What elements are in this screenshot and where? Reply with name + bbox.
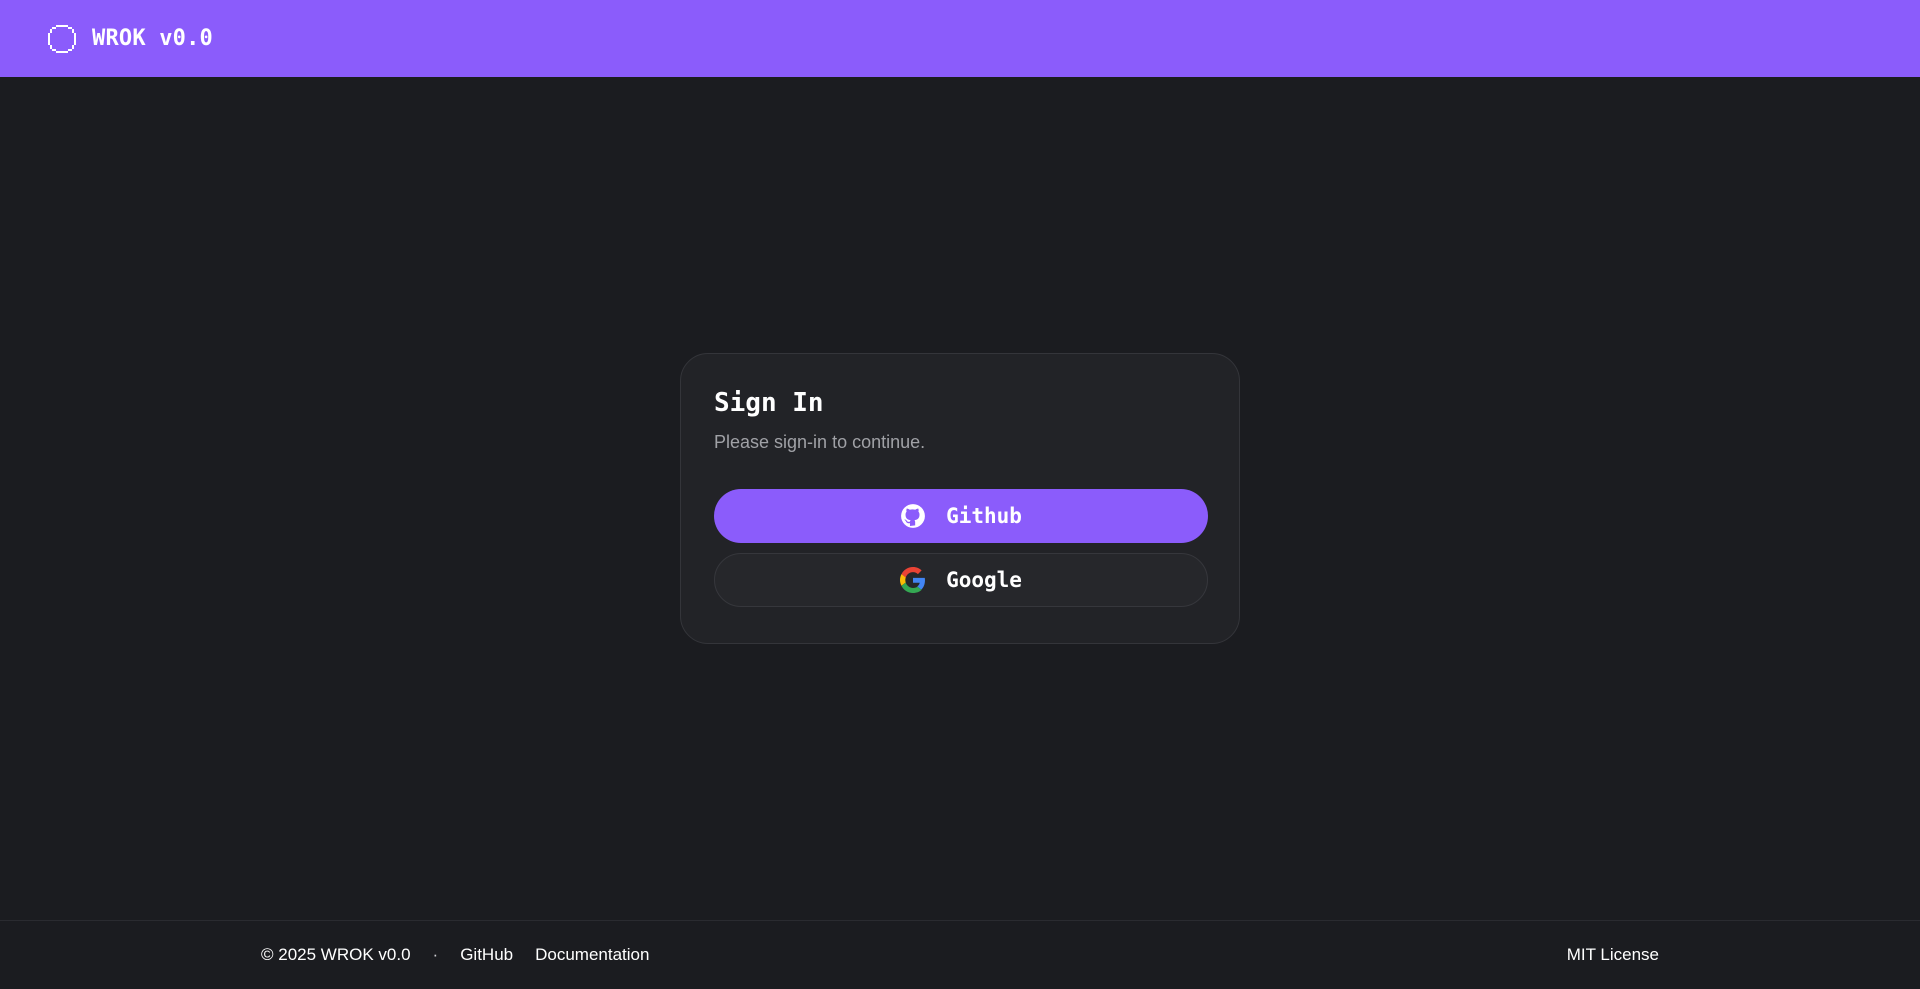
github-button-label: Github <box>946 504 1022 528</box>
footer-link-documentation[interactable]: Documentation <box>535 945 649 965</box>
top-bar: WROK v0.0 <box>0 0 1920 77</box>
sign-in-title: Sign In <box>714 388 824 418</box>
brand-title[interactable]: WROK v0.0 <box>92 26 213 51</box>
footer-separator: · <box>432 945 439 964</box>
footer: © 2025 WROK v0.0 · GitHub Documentation … <box>0 920 1920 989</box>
footer-link-github[interactable]: GitHub <box>460 945 513 965</box>
copyright-text: © 2025 WROK v0.0 <box>261 945 411 964</box>
google-button-label: Google <box>946 568 1022 592</box>
footer-left: © 2025 WROK v0.0 · GitHub Documentation <box>261 945 649 965</box>
sign-in-card: Sign In Please sign-in to continue. Gith… <box>680 353 1240 644</box>
google-sign-in-button[interactable]: Google <box>714 553 1208 607</box>
pixel-circle-icon[interactable] <box>46 23 78 55</box>
footer-link-license[interactable]: MIT License <box>1567 945 1659 965</box>
github-sign-in-button[interactable]: Github <box>714 489 1208 543</box>
sign-in-subtitle: Please sign-in to continue. <box>714 432 926 452</box>
google-icon <box>900 567 926 593</box>
github-icon <box>901 504 925 528</box>
